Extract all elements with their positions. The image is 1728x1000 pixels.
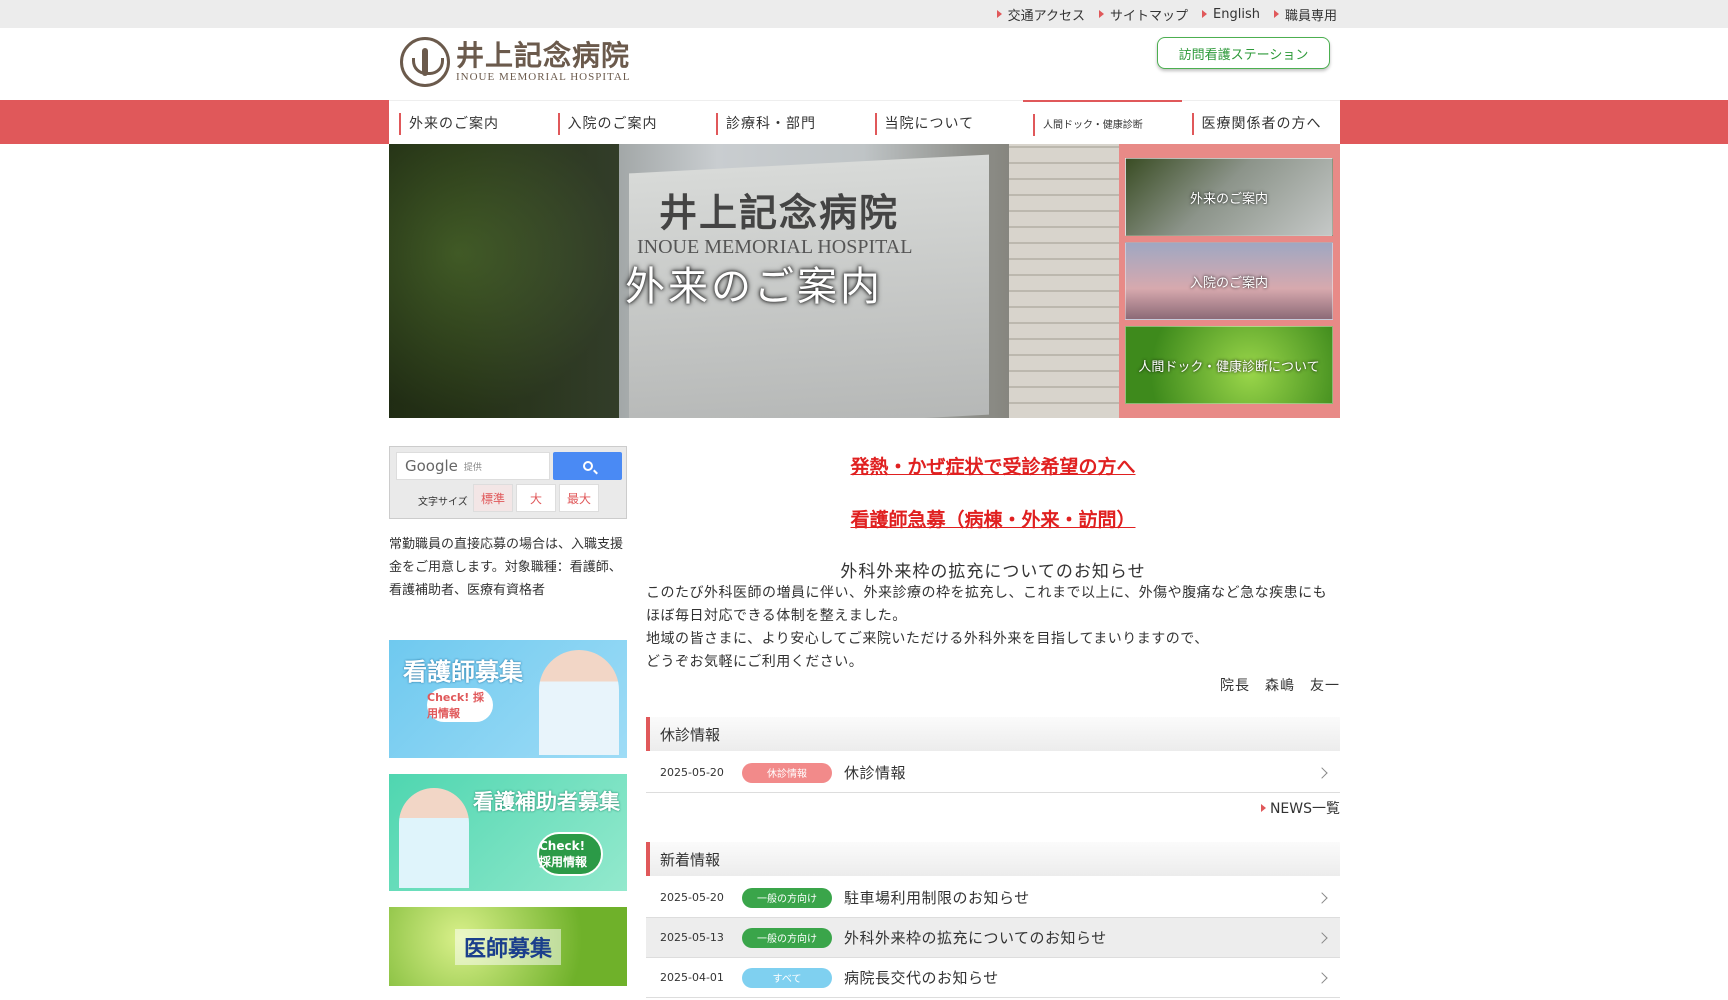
category-badge: 休診情報 xyxy=(742,762,832,783)
arrow-icon xyxy=(996,10,1002,18)
hero-title: 外来のご案内 xyxy=(625,264,883,310)
list-item[interactable]: 2025-05-20 一般の方向け 駐車場利用制限のお知らせ xyxy=(646,878,1340,918)
news-title: 外科外来枠の拡充についてのお知らせ xyxy=(844,929,1107,947)
access-link[interactable]: 交通アクセス xyxy=(996,5,1085,24)
logo-name-en: INOUE MEMORIAL HOSPITAL xyxy=(456,71,631,83)
banner-title: 医師募集 xyxy=(455,929,561,965)
hero-slider: 井上記念病院 INOUE MEMORIAL HOSPITAL 外来のご案内 xyxy=(389,144,1119,418)
utility-links: 交通アクセス サイトマップ English 職員専用 xyxy=(983,0,1337,28)
banner-check: Check! 採用情報 xyxy=(427,688,493,722)
google-logo: Google xyxy=(405,457,458,475)
nav-outpatient[interactable]: 外来のご案内 xyxy=(389,100,548,144)
font-size-label: 文字サイズ xyxy=(418,497,468,508)
kyushin-heading: 休診情報 xyxy=(646,717,1340,751)
notice-body: このたび外科医師の増員に伴い、外来診療の枠を拡充し、これまで以上に、外傷や腹痛な… xyxy=(646,585,1328,670)
site-search: Google 提供 文字サイズ 標準 大 最大 xyxy=(389,446,627,519)
category-badge: すべて xyxy=(742,967,832,988)
nurse-photo xyxy=(539,650,619,755)
list-item[interactable]: 2025-05-20 休診情報 休診情報 xyxy=(646,753,1340,793)
logo-mark-icon xyxy=(400,37,450,87)
news-title: 休診情報 xyxy=(844,764,907,782)
notice-title: 外科外来枠の拡充についてのお知らせ xyxy=(840,562,1146,582)
news-date: 2025-05-20 xyxy=(660,891,724,904)
news-date: 2025-05-20 xyxy=(660,766,724,779)
banner-title: 看護師募集 xyxy=(403,658,523,686)
logo-name-jp: 井上記念病院 xyxy=(456,39,631,72)
news-title: 駐車場利用制限のお知らせ xyxy=(844,889,1030,907)
news-list-link[interactable]: NEWS一覧 xyxy=(1260,798,1340,818)
fever-notice-link[interactable]: 発熱・かぜ症状で受診希望の方へ xyxy=(646,452,1340,479)
nav-about[interactable]: 当院について xyxy=(864,100,1023,144)
visit-nursing-button[interactable]: 訪問看護ステーション xyxy=(1157,37,1330,69)
assistant-photo xyxy=(399,788,469,888)
nav-health-checkup[interactable]: 人間ドック・健康診断 xyxy=(1023,100,1182,144)
banner-title: 看護補助者募集 xyxy=(473,790,620,814)
chevron-right-icon xyxy=(1316,891,1328,904)
list-item[interactable]: 2025-04-01 すべて 病院長交代のお知らせ xyxy=(646,958,1340,998)
news-title: 病院長交代のお知らせ xyxy=(844,969,999,987)
chevron-right-icon xyxy=(1316,766,1328,779)
font-size-normal-button[interactable]: 標準 xyxy=(473,484,513,512)
arrow-icon xyxy=(1273,10,1279,18)
arrow-icon xyxy=(1260,804,1266,812)
arrow-icon xyxy=(1099,10,1105,18)
arrow-icon xyxy=(1202,10,1208,18)
chevron-right-icon xyxy=(1316,931,1328,944)
search-button[interactable] xyxy=(553,452,622,480)
english-link[interactable]: English xyxy=(1202,7,1260,22)
nav-departments[interactable]: 診療科・部門 xyxy=(706,100,865,144)
news-date: 2025-04-01 xyxy=(660,971,724,984)
hero-tile-checkup[interactable]: 人間ドック・健康診断について xyxy=(1125,326,1333,404)
font-size-largest-button[interactable]: 最大 xyxy=(559,484,599,512)
hero-sign-text: 井上記念病院 xyxy=(659,190,900,235)
staff-only-link[interactable]: 職員専用 xyxy=(1273,5,1337,24)
hero-tile-outpatient[interactable]: 外来のご案内 xyxy=(1125,158,1333,236)
search-placeholder: 提供 xyxy=(463,462,482,473)
font-size-large-button[interactable]: 大 xyxy=(516,484,556,512)
search-icon xyxy=(582,461,593,471)
nurse-urgent-link[interactable]: 看護師急募（病棟・外来・訪問） xyxy=(646,505,1340,532)
nurse-recruit-banner[interactable]: 看護師募集 Check! 採用情報 xyxy=(389,640,627,758)
assistant-recruit-banner[interactable]: 看護補助者募集 Check! 採用情報 xyxy=(389,774,627,891)
top-utility-bar: 交通アクセス サイトマップ English 職員専用 xyxy=(0,0,1728,28)
hospital-logo[interactable]: 井上記念病院 INOUE MEMORIAL HOSPITAL xyxy=(400,36,650,88)
search-input[interactable]: Google 提供 xyxy=(396,452,550,480)
news-date: 2025-05-13 xyxy=(660,931,724,944)
hero-thumbnails: 外来のご案内 入院のご案内 人間ドック・健康診断について xyxy=(1119,144,1340,418)
nav-medical-professionals[interactable]: 医療関係者の方へ xyxy=(1181,100,1340,144)
category-badge: 一般の方向け xyxy=(742,927,832,948)
list-item[interactable]: 2025-05-13 一般の方向け 外科外来枠の拡充についてのお知らせ xyxy=(646,918,1340,958)
chevron-right-icon xyxy=(1316,971,1328,984)
hero-tile-inpatient[interactable]: 入院のご案内 xyxy=(1125,242,1333,320)
banner-check: Check! 採用情報 xyxy=(537,832,603,876)
sitemap-link[interactable]: サイトマップ xyxy=(1099,5,1188,24)
doctor-recruit-banner[interactable]: 医師募集 xyxy=(389,907,627,986)
recruit-note: 常勤職員の直接応募の場合は、入職支援金をご用意します。対象職種：看護師、看護補助… xyxy=(389,537,624,598)
notice-signature: 院長 森嶋 友一 xyxy=(1220,678,1340,694)
category-badge: 一般の方向け xyxy=(742,887,832,908)
global-nav: 外来のご案内 入院のご案内 診療科・部門 当院について 人間ドック・健康診断 医… xyxy=(389,100,1340,144)
news-heading: 新着情報 xyxy=(646,842,1340,876)
nav-inpatient[interactable]: 入院のご案内 xyxy=(547,100,706,144)
